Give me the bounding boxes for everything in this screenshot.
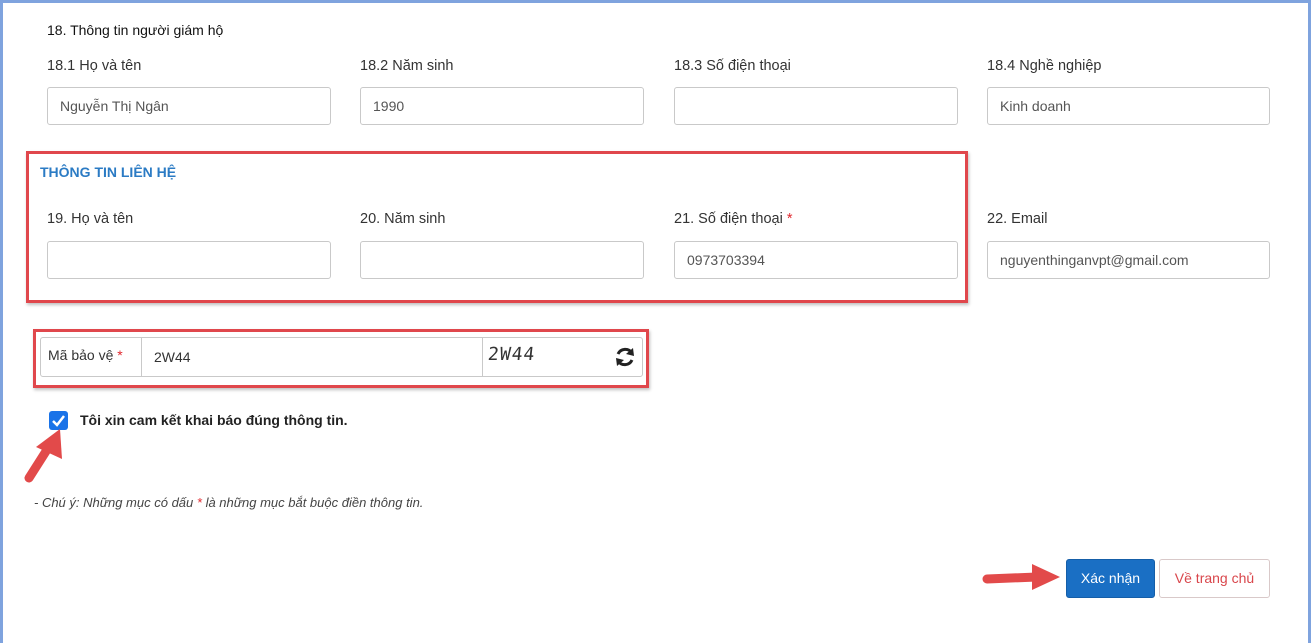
captcha-label: Mã bảo vệ * xyxy=(48,347,123,363)
contact-phone-field[interactable]: 0973703394 xyxy=(674,241,958,279)
required-note: - Chú ý: Những mục có dấu * là những mục… xyxy=(34,495,424,510)
pointer-arrow-icon xyxy=(24,429,62,483)
commitment-label[interactable]: Tôi xin cam kết khai báo đúng thông tin. xyxy=(80,412,348,428)
contact-email-field[interactable]: nguyenthinganvpt@gmail.com xyxy=(987,241,1270,279)
contact-name-field[interactable] xyxy=(47,241,331,279)
captcha-divider xyxy=(141,338,142,376)
contact-birth-label: 20. Năm sinh xyxy=(360,211,446,227)
confirm-button[interactable]: Xác nhận xyxy=(1066,559,1155,598)
contact-birth-field[interactable] xyxy=(360,241,644,279)
guardian-phone-field[interactable] xyxy=(674,87,958,125)
guardian-phone-label: 18.3 Số điện thoại xyxy=(674,58,791,74)
guardian-job-label: 18.4 Nghề nghiệp xyxy=(987,58,1102,74)
guardian-job-field[interactable]: Kinh doanh xyxy=(987,87,1270,125)
captcha-divider xyxy=(482,338,483,376)
captcha-image: 2W44 xyxy=(486,344,537,365)
pointer-arrow-icon xyxy=(982,564,1060,590)
captcha-group: Mã bảo vệ * 2W44 2W44 xyxy=(40,337,643,377)
home-button[interactable]: Về trang chủ xyxy=(1159,559,1270,598)
guardian-name-field[interactable]: Nguyễn Thị Ngân xyxy=(47,87,331,125)
guardian-section-title: 18. Thông tin người giám hộ xyxy=(47,22,224,38)
guardian-birth-label: 18.2 Năm sinh xyxy=(360,58,454,74)
required-mark: * xyxy=(117,347,123,363)
guardian-birth-field[interactable]: 1990 xyxy=(360,87,644,125)
guardian-name-label: 18.1 Họ và tên xyxy=(47,58,142,74)
contact-name-label: 19. Họ và tên xyxy=(47,211,134,227)
captcha-input[interactable]: 2W44 xyxy=(154,349,191,365)
required-mark: * xyxy=(786,211,793,227)
contact-section-title: THÔNG TIN LIÊN HỆ xyxy=(40,164,177,180)
contact-phone-label: 21. Số điện thoại * xyxy=(674,211,793,227)
refresh-icon[interactable] xyxy=(613,345,637,369)
contact-email-label: 22. Email xyxy=(987,211,1048,227)
required-mark: * xyxy=(196,495,202,510)
